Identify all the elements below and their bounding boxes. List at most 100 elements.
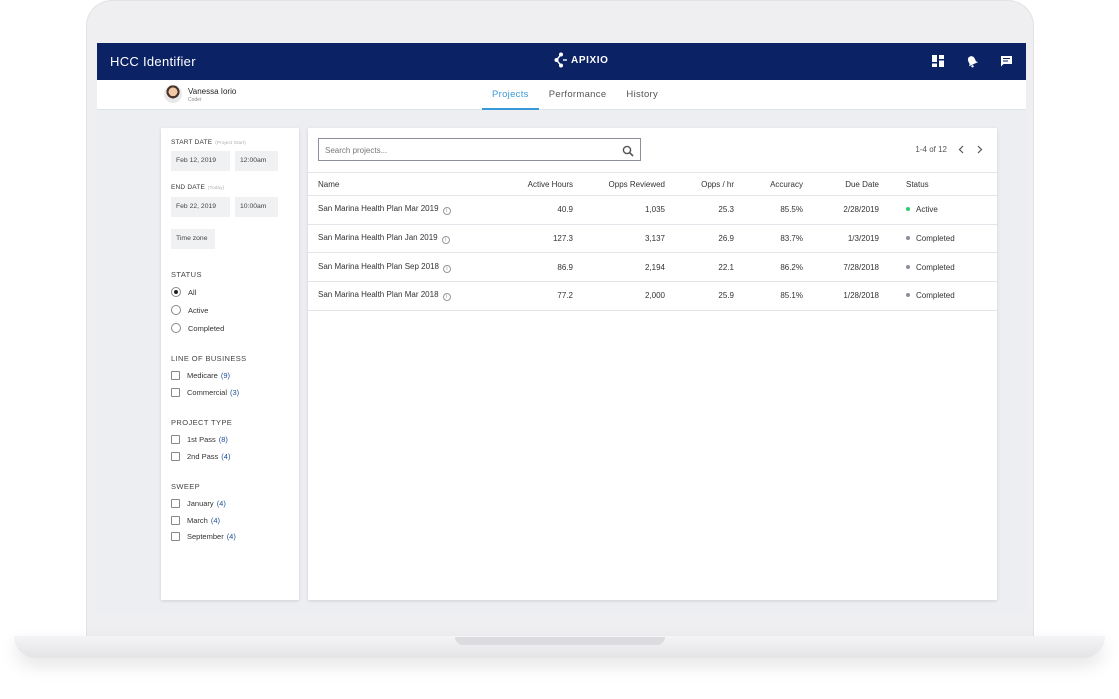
status-option-all[interactable]: All (171, 286, 196, 298)
type-option-1st-pass[interactable]: 1st Pass (8) (171, 433, 228, 445)
option-count: (4) (216, 498, 226, 508)
status-cell: Completed (879, 224, 997, 254)
search-icon[interactable] (622, 144, 634, 162)
filter-panel: START DATE (Project Start) Feb 12, 2019 1… (161, 128, 299, 600)
project-name-cell: San Marina Health Plan Sep 2018 i (308, 252, 508, 283)
tab-performance[interactable]: Performance (539, 80, 617, 110)
start-time-input[interactable]: 12:00am (235, 151, 278, 171)
checkbox-icon[interactable] (171, 434, 180, 444)
dashboard-icon[interactable] (930, 53, 946, 69)
apixio-logo: APIXIO (554, 52, 609, 68)
project-name[interactable]: San Marina Health Plan Jan 2019 (318, 233, 438, 242)
logo-text: APIXIO (571, 54, 609, 66)
end-date-label-text: END DATE (171, 184, 205, 191)
search-input[interactable] (323, 143, 613, 157)
accuracy-cell: 83.7% (734, 224, 803, 254)
logo-mark-icon (554, 52, 567, 68)
project-name-cell: San Marina Health Plan Jan 2019 i (308, 224, 508, 254)
active-hours-cell: 40.9 (508, 195, 573, 225)
accuracy-cell: 86.2% (734, 252, 803, 283)
info-icon[interactable]: i (442, 207, 451, 216)
col-header-status[interactable]: Status (879, 172, 997, 196)
end-date-label: END DATE (Today) (171, 184, 224, 191)
due-date-cell: 1/3/2019 (803, 224, 879, 254)
app-header: HCC Identifier APIXIO (97, 43, 1026, 80)
opps-per-hr-cell: 25.3 (665, 195, 734, 225)
status-text: Completed (916, 262, 955, 272)
table-row[interactable]: San Marina Health Plan Mar 2019 i 40.9 1,… (308, 195, 997, 225)
opps-reviewed-cell: 2,000 (573, 281, 665, 311)
checkbox-icon[interactable] (171, 451, 180, 461)
app-screen: HCC Identifier APIXIO Vanessa Iorio Code… (97, 43, 1026, 613)
status-option-active[interactable]: Active (171, 304, 208, 316)
project-name[interactable]: San Marina Health Plan Sep 2018 (318, 262, 439, 271)
radio-selected-icon[interactable] (171, 287, 181, 297)
status-option-label: All (188, 287, 197, 297)
sweep-option-september[interactable]: September (4) (171, 530, 236, 542)
table-row[interactable]: San Marina Health Plan Jan 2019 i 127.3 3… (308, 224, 997, 254)
tab-history[interactable]: History (616, 80, 668, 110)
info-icon[interactable]: i (442, 293, 451, 302)
col-header-accuracy[interactable]: Accuracy (734, 172, 803, 196)
radio-icon[interactable] (171, 305, 181, 315)
opps-reviewed-cell: 2,194 (573, 252, 665, 283)
checkbox-icon[interactable] (171, 531, 180, 541)
col-header-name[interactable]: Name (308, 172, 508, 196)
table-row[interactable]: San Marina Health Plan Sep 2018 i 86.9 2,… (308, 252, 997, 283)
avatar[interactable] (164, 85, 182, 103)
project-name[interactable]: San Marina Health Plan Mar 2019 (318, 204, 439, 213)
status-completed-dot-icon (906, 293, 910, 298)
start-date-hint: (Project Start) (215, 140, 247, 145)
info-icon[interactable]: i (441, 236, 450, 245)
sweep-title: SWEEP (171, 482, 201, 491)
radio-icon[interactable] (171, 323, 181, 333)
status-completed-dot-icon (906, 236, 910, 241)
start-date-label: START DATE (Project Start) (171, 139, 246, 146)
chevron-right-icon[interactable] (975, 144, 985, 154)
info-icon[interactable]: i (442, 264, 451, 273)
start-date-input[interactable]: Feb 12, 2019 (171, 151, 230, 171)
option-label: 2nd Pass (187, 451, 219, 461)
option-label: 1st Pass (187, 434, 216, 444)
project-type-title: PROJECT TYPE (171, 418, 233, 427)
table-row[interactable]: San Marina Health Plan Mar 2018 i 77.2 2,… (308, 281, 997, 311)
option-count: (4) (221, 451, 231, 461)
project-name[interactable]: San Marina Health Plan Mar 2018 (318, 290, 439, 299)
lob-option-medicare[interactable]: Medicare (9) (171, 369, 230, 381)
main-tabs: Projects Performance History (482, 80, 668, 110)
status-cell: Completed (879, 281, 997, 311)
timezone-button[interactable]: Time zone (171, 229, 215, 249)
due-date-cell: 7/28/2018 (803, 252, 879, 283)
end-date-input[interactable]: Feb 22, 2019 (171, 197, 230, 217)
opps-reviewed-cell: 3,137 (573, 224, 665, 254)
col-header-opps-per-hr[interactable]: Opps / hr (665, 172, 734, 196)
lob-option-commercial[interactable]: Commercial (3) (171, 386, 239, 398)
tab-projects[interactable]: Projects (482, 80, 539, 110)
col-header-active-hours[interactable]: Active Hours (508, 172, 573, 196)
status-option-completed[interactable]: Completed (171, 322, 224, 334)
notifications-icon[interactable] (964, 53, 980, 69)
accuracy-cell: 85.5% (734, 195, 803, 225)
due-date-cell: 2/28/2019 (803, 195, 879, 225)
sweep-option-january[interactable]: January (4) (171, 497, 226, 509)
search-box[interactable] (318, 138, 641, 161)
option-count: (9) (220, 370, 231, 380)
checkbox-icon[interactable] (171, 515, 180, 525)
opps-per-hr-cell: 25.9 (665, 281, 734, 311)
sweep-option-march[interactable]: March (4) (171, 514, 220, 526)
type-option-2nd-pass[interactable]: 2nd Pass (4) (171, 450, 230, 462)
project-name-cell: San Marina Health Plan Mar 2018 i (308, 281, 508, 311)
messages-icon[interactable] (998, 53, 1014, 69)
col-header-opps-reviewed[interactable]: Opps Reviewed (573, 172, 665, 196)
user-name: Vanessa Iorio (188, 87, 237, 96)
col-header-due-date[interactable]: Due Date (803, 172, 879, 196)
end-time-input[interactable]: 10:00am (235, 197, 278, 217)
option-label: January (187, 498, 214, 508)
pagination: 1-4 of 12 (915, 144, 985, 154)
checkbox-icon[interactable] (171, 387, 180, 397)
option-count: (3) (230, 387, 240, 397)
checkbox-icon[interactable] (171, 370, 180, 380)
checkbox-icon[interactable] (171, 498, 180, 508)
projects-table: Name Active Hours Opps Reviewed Opps / h… (308, 172, 997, 311)
chevron-left-icon[interactable] (956, 144, 966, 154)
